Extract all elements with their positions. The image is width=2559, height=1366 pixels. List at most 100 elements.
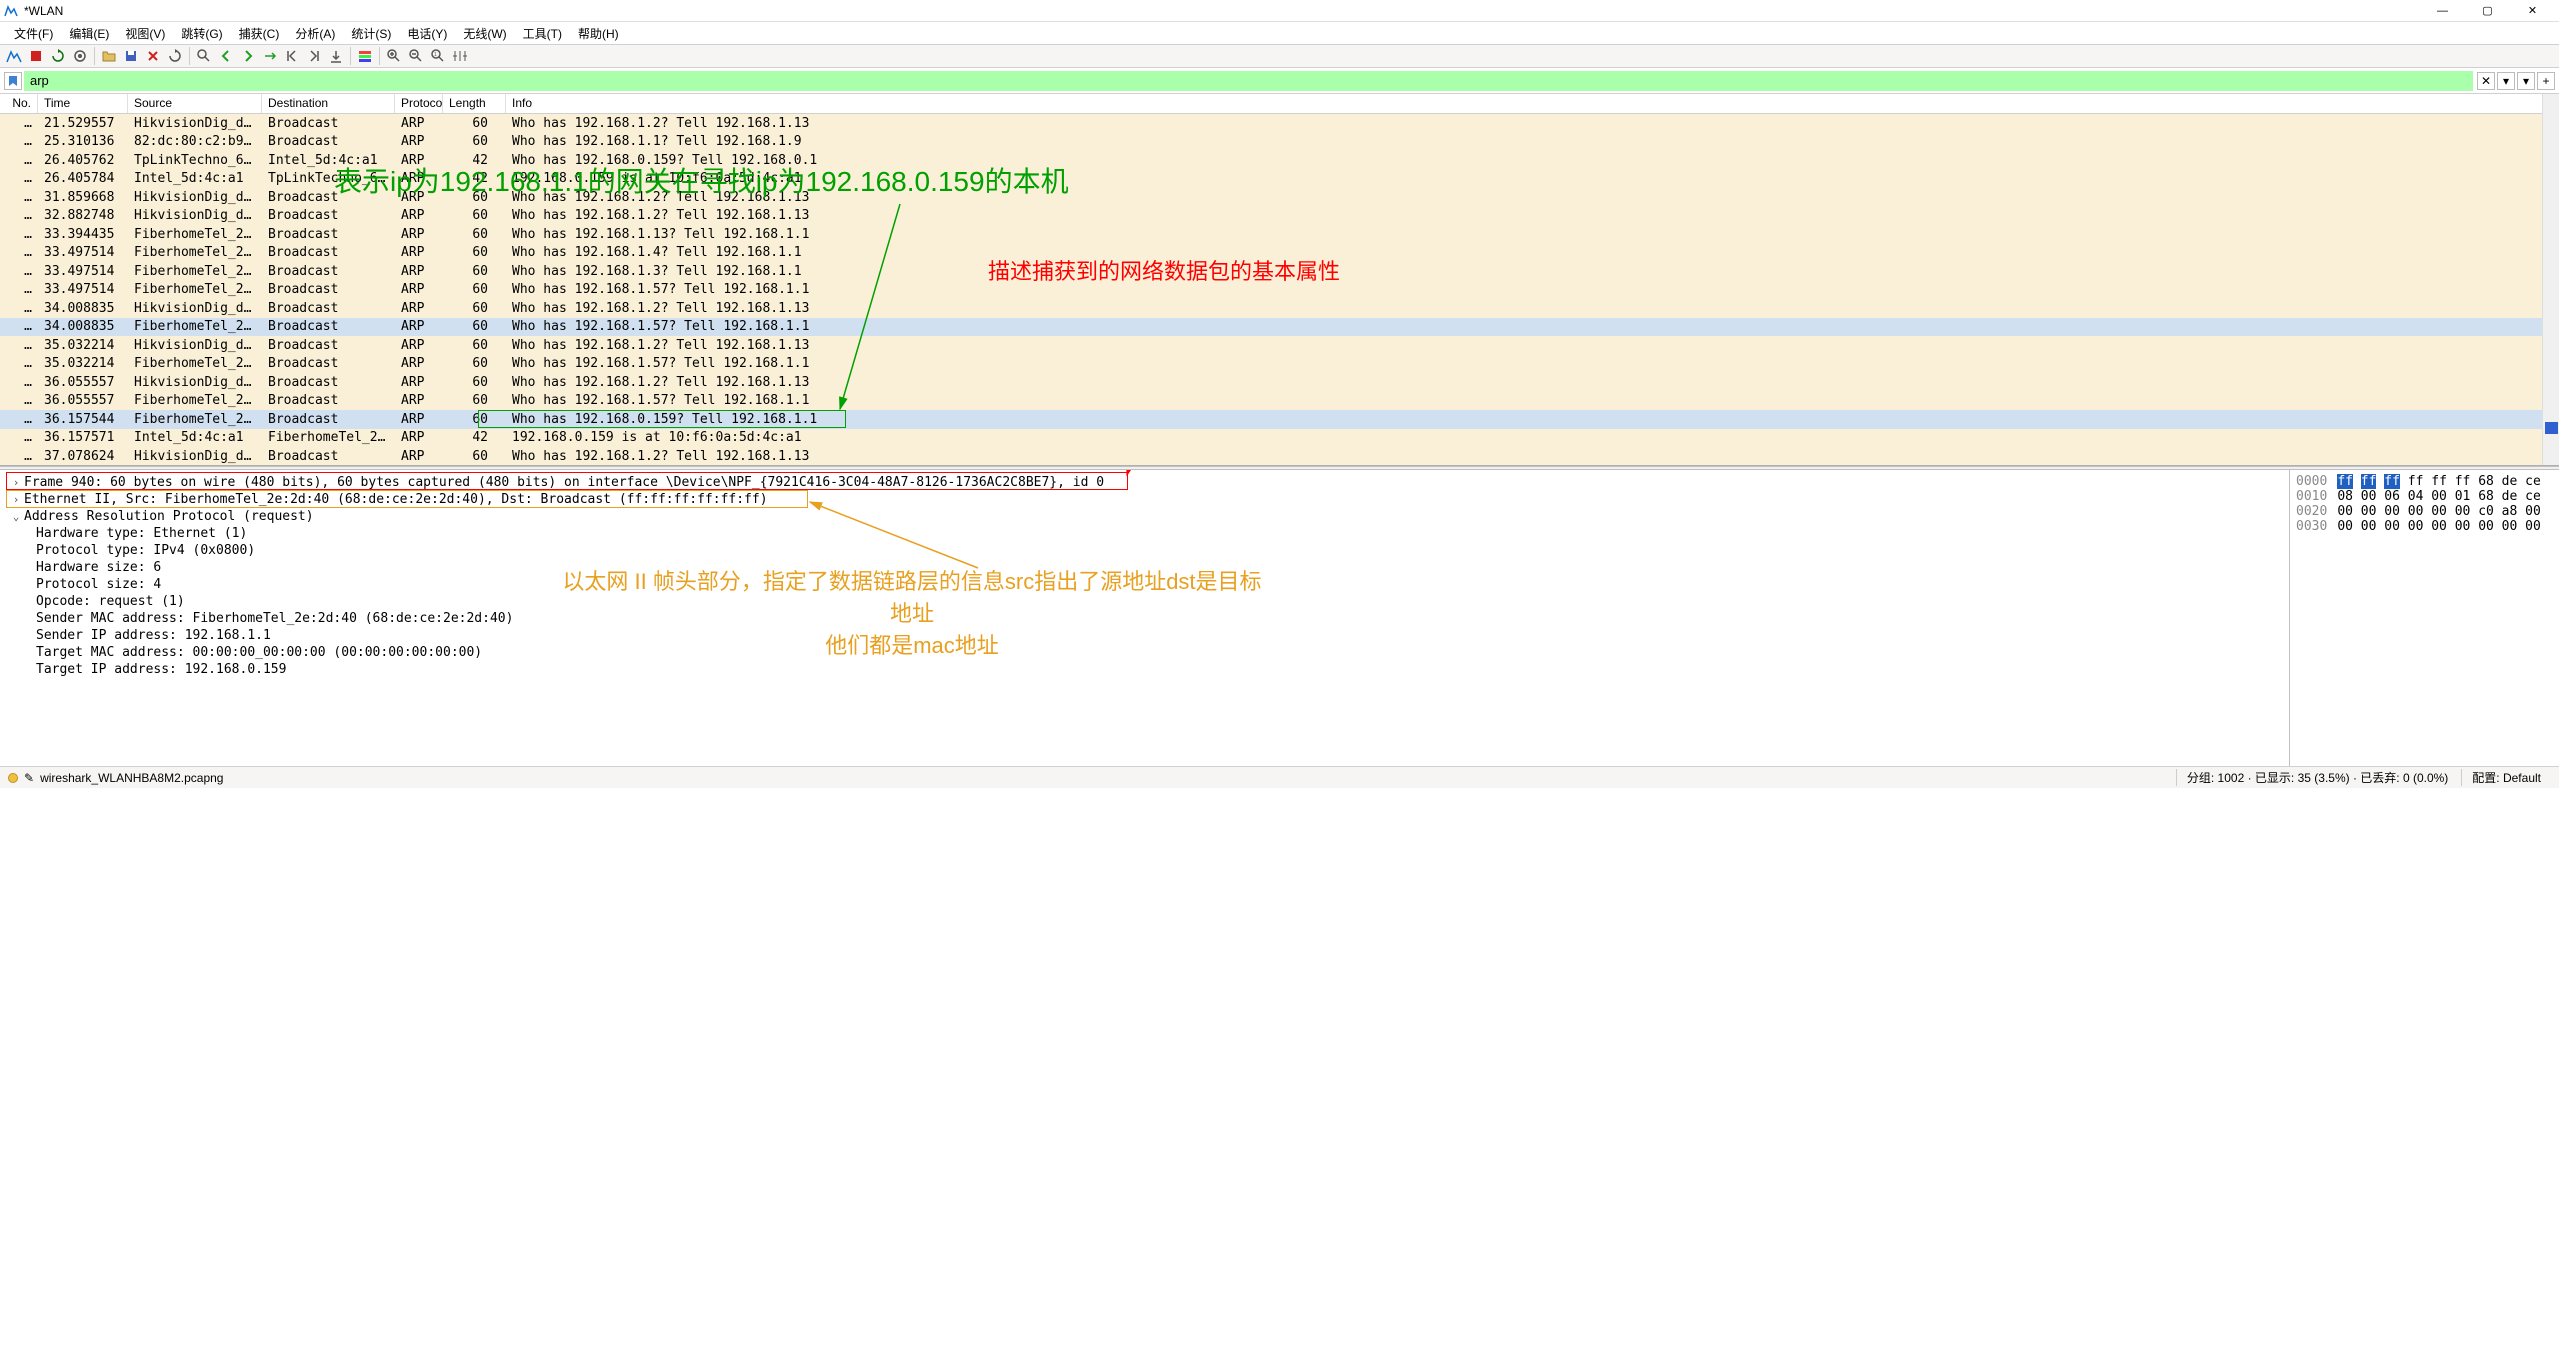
toolbar: 1 — [0, 44, 2559, 68]
packet-row[interactable]: …26.405784Intel_5d:4c:a1TpLinkTechno_6a…… — [0, 170, 2559, 189]
col-info[interactable]: Info — [506, 94, 2559, 113]
packet-row[interactable]: …35.032214FiberhomeTel_2e…BroadcastARP60… — [0, 355, 2559, 374]
packet-list-body[interactable]: …21.529557HikvisionDig_da…BroadcastARP60… — [0, 114, 2559, 466]
resize-columns-icon[interactable] — [450, 46, 470, 66]
restart-capture-icon[interactable] — [48, 46, 68, 66]
detail-field[interactable]: Hardware type: Ethernet (1) — [0, 525, 2289, 542]
apply-filter-icon[interactable]: ▾ — [2497, 72, 2515, 90]
stop-capture-icon[interactable] — [26, 46, 46, 66]
hex-row[interactable]: 0000ff ff ff ff ff ff 68 de ce — [2296, 474, 2553, 489]
go-last-icon[interactable] — [304, 46, 324, 66]
expand-icon[interactable]: › — [10, 493, 22, 506]
packet-row[interactable]: …36.157544FiberhomeTel_2e…BroadcastARP60… — [0, 410, 2559, 429]
menu-view[interactable]: 视图(V) — [117, 25, 173, 42]
open-file-icon[interactable] — [99, 46, 119, 66]
packet-row[interactable]: …33.497514FiberhomeTel_2e…BroadcastARP60… — [0, 262, 2559, 281]
packet-row[interactable]: …25.31013682:dc:80:c2:b9:…BroadcastARP60… — [0, 133, 2559, 152]
go-forward-icon[interactable] — [238, 46, 258, 66]
packet-row[interactable]: …34.008835FiberhomeTel_2e…BroadcastARP60… — [0, 318, 2559, 337]
col-destination[interactable]: Destination — [262, 94, 395, 113]
packet-row[interactable]: …33.497514FiberhomeTel_2e…BroadcastARP60… — [0, 281, 2559, 300]
packet-row[interactable]: …37.078624HikvisionDig_da…BroadcastARP60… — [0, 447, 2559, 466]
menu-wireless[interactable]: 无线(W) — [455, 25, 514, 42]
detail-field[interactable]: Sender MAC address: FiberhomeTel_2e:2d:4… — [0, 610, 2289, 627]
hex-row[interactable]: 002000 00 00 00 00 00 c0 a8 00 — [2296, 504, 2553, 519]
col-protocol[interactable]: Protocol — [395, 94, 443, 113]
go-to-packet-icon[interactable] — [260, 46, 280, 66]
colorize-icon[interactable] — [355, 46, 375, 66]
recent-filter-icon[interactable]: ▾ — [2517, 72, 2535, 90]
detail-field[interactable]: Protocol size: 4 — [0, 576, 2289, 593]
expert-info-icon[interactable] — [8, 773, 18, 783]
hex-row[interactable]: 001008 00 06 04 00 01 68 de ce — [2296, 489, 2553, 504]
packet-row[interactable]: …33.394435FiberhomeTel_2e…BroadcastARP60… — [0, 225, 2559, 244]
detail-field[interactable]: Hardware size: 6 — [0, 559, 2289, 576]
edit-icon[interactable]: ✎ — [24, 771, 34, 785]
window-title: *WLAN — [24, 4, 2420, 18]
go-first-icon[interactable] — [282, 46, 302, 66]
scrollbar-thumb[interactable] — [2545, 422, 2558, 434]
col-length[interactable]: Length — [443, 94, 506, 113]
bookmark-filter-icon[interactable] — [4, 72, 22, 90]
packet-row[interactable]: …36.157571Intel_5d:4c:a1FiberhomeTel_2e…… — [0, 429, 2559, 448]
reload-icon[interactable] — [165, 46, 185, 66]
zoom-in-icon[interactable] — [384, 46, 404, 66]
scrollbar-vertical[interactable] — [2542, 94, 2559, 465]
save-file-icon[interactable] — [121, 46, 141, 66]
start-capture-icon[interactable] — [4, 46, 24, 66]
menu-stats[interactable]: 统计(S) — [343, 25, 399, 42]
packet-row[interactable]: …21.529557HikvisionDig_da…BroadcastARP60… — [0, 114, 2559, 133]
detail-field[interactable]: Opcode: request (1) — [0, 593, 2289, 610]
menu-edit[interactable]: 编辑(E) — [61, 25, 117, 42]
display-filter-input[interactable] — [24, 71, 2473, 91]
menu-analyze[interactable]: 分析(A) — [287, 25, 343, 42]
col-no[interactable]: No. — [0, 94, 38, 113]
status-packets: 分组: 1002 · 已显示: 35 (3.5%) · 已丢弃: 0 (0.0%… — [2176, 769, 2458, 786]
packet-row[interactable]: …34.008835HikvisionDig_da…BroadcastARP60… — [0, 299, 2559, 318]
packet-row[interactable]: …36.055557FiberhomeTel_2e…BroadcastARP60… — [0, 392, 2559, 411]
menu-telephony[interactable]: 电话(Y) — [399, 25, 455, 42]
menu-go[interactable]: 跳转(G) — [173, 25, 230, 42]
detail-field[interactable]: Sender IP address: 192.168.1.1 — [0, 627, 2289, 644]
col-time[interactable]: Time — [38, 94, 128, 113]
titlebar: *WLAN — ▢ ✕ — [0, 0, 2559, 22]
menu-file[interactable]: 文件(F) — [6, 25, 61, 42]
collapse-icon[interactable]: ⌄ — [10, 510, 22, 523]
expand-icon[interactable]: › — [10, 476, 22, 489]
packet-row[interactable]: …35.032214HikvisionDig_da…BroadcastARP60… — [0, 336, 2559, 355]
zoom-out-icon[interactable] — [406, 46, 426, 66]
go-back-icon[interactable] — [216, 46, 236, 66]
packet-details-pane[interactable]: ›Frame 940: 60 bytes on wire (480 bits),… — [0, 470, 2289, 766]
packet-row[interactable]: …33.497514FiberhomeTel_2e…BroadcastARP60… — [0, 244, 2559, 263]
close-file-icon[interactable] — [143, 46, 163, 66]
status-file: wireshark_WLANHBA8M2.pcapng — [40, 771, 2176, 785]
detail-arp[interactable]: ⌄Address Resolution Protocol (request) — [0, 508, 2289, 525]
detail-frame[interactable]: ›Frame 940: 60 bytes on wire (480 bits),… — [0, 474, 2289, 491]
auto-scroll-icon[interactable] — [326, 46, 346, 66]
capture-options-icon[interactable] — [70, 46, 90, 66]
detail-field[interactable]: Target MAC address: 00:00:00_00:00:00 (0… — [0, 644, 2289, 661]
detail-field[interactable]: Protocol type: IPv4 (0x0800) — [0, 542, 2289, 559]
hex-dump-pane[interactable]: 0000ff ff ff ff ff ff 68 de ce 001008 00… — [2289, 470, 2559, 766]
minimize-button[interactable]: — — [2420, 0, 2465, 22]
svg-text:1: 1 — [434, 52, 437, 58]
zoom-reset-icon[interactable]: 1 — [428, 46, 448, 66]
packet-row[interactable]: …32.882748HikvisionDig_da…BroadcastARP60… — [0, 207, 2559, 226]
menu-help[interactable]: 帮助(H) — [570, 25, 627, 42]
hex-row[interactable]: 003000 00 00 00 00 00 00 00 00 — [2296, 519, 2553, 534]
packet-row[interactable]: …31.859668HikvisionDig_da…BroadcastARP60… — [0, 188, 2559, 207]
maximize-button[interactable]: ▢ — [2465, 0, 2510, 22]
add-filter-button[interactable]: + — [2537, 72, 2555, 90]
find-icon[interactable] — [194, 46, 214, 66]
col-source[interactable]: Source — [128, 94, 262, 113]
statusbar: ✎ wireshark_WLANHBA8M2.pcapng 分组: 1002 ·… — [0, 766, 2559, 788]
detail-field[interactable]: Target IP address: 192.168.0.159 — [0, 661, 2289, 678]
packet-row[interactable]: …26.405762TpLinkTechno_6a…Intel_5d:4c:a1… — [0, 151, 2559, 170]
status-profile[interactable]: 配置: Default — [2461, 769, 2551, 786]
clear-filter-icon[interactable]: ✕ — [2477, 72, 2495, 90]
packet-row[interactable]: …36.055557HikvisionDig_da…BroadcastARP60… — [0, 373, 2559, 392]
detail-ethernet[interactable]: ›Ethernet II, Src: FiberhomeTel_2e:2d:40… — [0, 491, 2289, 508]
close-button[interactable]: ✕ — [2510, 0, 2555, 22]
menu-tools[interactable]: 工具(T) — [515, 25, 570, 42]
menu-capture[interactable]: 捕获(C) — [231, 25, 288, 42]
